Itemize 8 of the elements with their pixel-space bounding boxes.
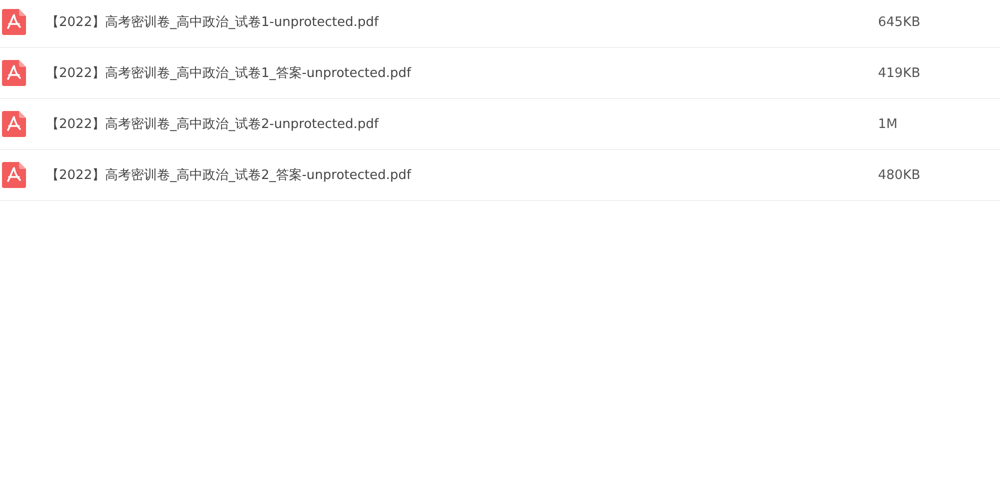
file-name[interactable]: 【2022】高考密训卷_高中政治_试卷1-unprotected.pdf bbox=[46, 13, 856, 31]
file-size: 1M bbox=[878, 116, 898, 132]
file-name[interactable]: 【2022】高考密训卷_高中政治_试卷1_答案-unprotected.pdf bbox=[46, 64, 856, 82]
file-size: 645KB bbox=[878, 14, 920, 30]
file-size: 480KB bbox=[878, 168, 920, 182]
file-name[interactable]: 【2022】高考密训卷_高中政治_试卷2_答案-unprotected.pdf bbox=[46, 166, 856, 184]
file-size: 419KB bbox=[878, 66, 920, 80]
file-name[interactable]: 【2022】高考密训卷_高中政治_试卷2-unprotected.pdf bbox=[46, 115, 856, 133]
